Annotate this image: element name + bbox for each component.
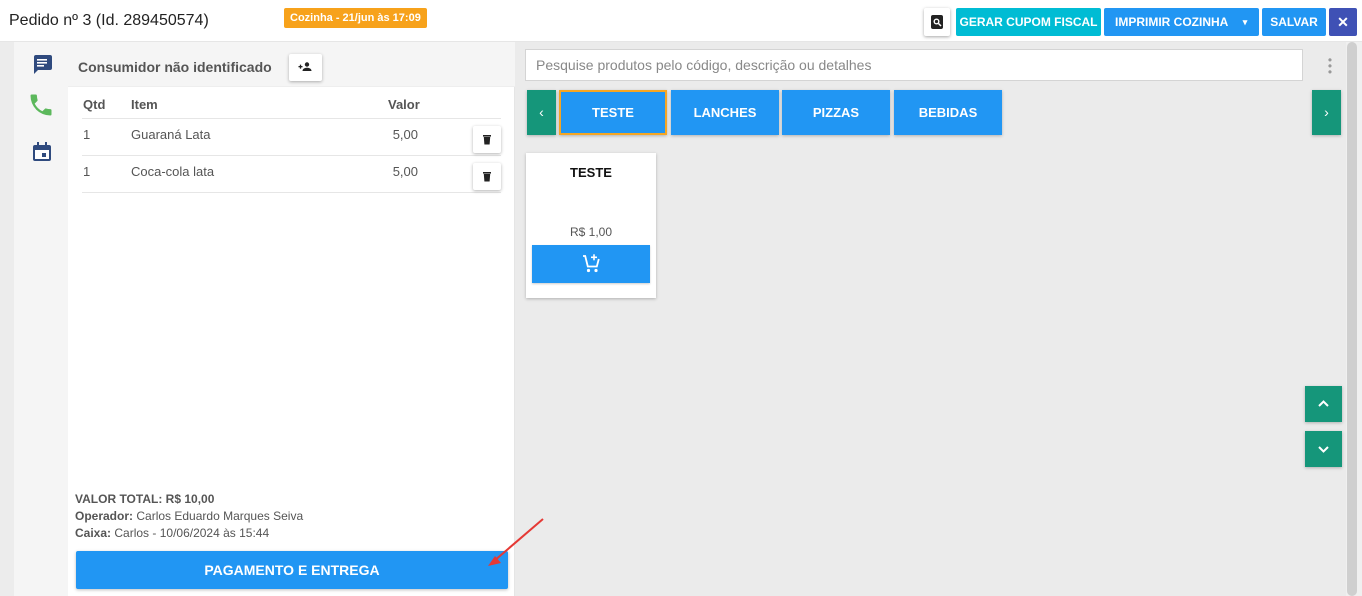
total-line: VALOR TOTAL: R$ 10,00 <box>75 491 303 508</box>
category-tab-pizzas[interactable]: PIZZAS <box>782 90 890 135</box>
operator-value: Carlos Eduardo Marques Seiva <box>136 509 304 523</box>
product-search-input[interactable] <box>525 49 1303 81</box>
operator-label: Operador: <box>75 509 134 523</box>
print-kitchen-label: IMPRIMIR COZINHA <box>1115 15 1229 29</box>
chat-icon[interactable] <box>30 52 54 76</box>
add-person-icon <box>298 62 312 71</box>
category-next-button[interactable]: › <box>1312 90 1341 135</box>
chevron-up-icon <box>1318 400 1329 407</box>
delete-item-button[interactable] <box>473 163 501 190</box>
cashier-line: Caixa: Carlos - 10/06/2024 às 15:44 <box>75 525 303 542</box>
category-tab-teste[interactable]: TESTE <box>559 90 667 135</box>
scroll-down-button[interactable] <box>1305 431 1342 467</box>
row-qty: 1 <box>83 127 91 142</box>
products-area: ••• ‹ TESTE LANCHES PIZZAS BEBIDAS › TES… <box>515 42 1346 596</box>
row-value: 5,00 <box>392 164 418 179</box>
more-options-icon[interactable]: • • • <box>1325 54 1335 78</box>
save-button[interactable]: SALVAR <box>1262 8 1326 36</box>
phone-icon[interactable] <box>27 91 55 119</box>
total-label: VALOR TOTAL: <box>75 492 163 506</box>
page-scrollbar-thumb[interactable] <box>1347 42 1357 596</box>
scroll-up-button[interactable] <box>1305 386 1342 422</box>
search-document-icon <box>931 15 943 29</box>
category-prev-button[interactable]: ‹ <box>527 90 556 135</box>
header-bar: Pedido nº 3 (Id. 289450574) Cozinha - 21… <box>0 0 1362 42</box>
product-price: R$ 1,00 <box>569 225 613 239</box>
row-item: Coca-cola lata <box>131 164 215 179</box>
column-header-item: Item <box>131 97 158 112</box>
annotation-arrow-icon <box>488 518 544 566</box>
consumer-bar: Consumidor não identificado <box>68 42 515 87</box>
add-to-cart-button[interactable] <box>532 245 650 283</box>
category-tab-lanches[interactable]: LANCHES <box>671 90 779 135</box>
table-row: 1 Guaraná Lata 5,00 <box>82 119 501 156</box>
sidebar <box>14 42 68 596</box>
category-tab-bebidas[interactable]: BEBIDAS <box>894 90 1002 135</box>
generate-fiscal-receipt-button[interactable]: GERAR CUPOM FISCAL <box>956 8 1101 36</box>
delete-item-button[interactable] <box>473 126 501 153</box>
page-title: Pedido nº 3 (Id. 289450574) <box>9 12 209 29</box>
consumer-name: Consumidor não identificado <box>78 59 272 75</box>
close-button[interactable]: ✕ <box>1329 8 1357 36</box>
calendar-icon[interactable] <box>30 140 54 164</box>
kitchen-status-badge: Cozinha - 21/jun às 17:09 <box>284 8 427 28</box>
row-value: 5,00 <box>392 127 418 142</box>
left-strip <box>0 42 14 596</box>
trash-icon <box>483 172 491 182</box>
operator-line: Operador: Carlos Eduardo Marques Seiva <box>75 508 303 525</box>
chevron-down-icon <box>1318 446 1329 453</box>
add-consumer-button[interactable] <box>289 54 322 81</box>
cashier-value: Carlos - 10/06/2024 às 15:44 <box>114 526 270 540</box>
column-header-qty: Qtd <box>83 97 106 112</box>
table-row: 1 Coca-cola lata 5,00 <box>82 156 501 193</box>
preview-button[interactable] <box>924 8 950 36</box>
total-value: R$ 10,00 <box>165 492 215 506</box>
row-qty: 1 <box>83 164 91 179</box>
order-summary: VALOR TOTAL: R$ 10,00 Operador: Carlos E… <box>75 491 303 542</box>
print-kitchen-button[interactable]: IMPRIMIR COZINHA ▾ <box>1104 8 1259 36</box>
order-panel: Consumidor não identificado Qtd Item Val… <box>68 42 515 596</box>
chevron-down-icon[interactable]: ▾ <box>1231 8 1259 36</box>
payment-delivery-button[interactable]: PAGAMENTO E ENTREGA <box>76 551 508 589</box>
trash-icon <box>483 135 491 145</box>
product-card[interactable]: TESTE R$ 1,00 <box>526 153 656 298</box>
cashier-label: Caixa: <box>75 526 112 540</box>
add-cart-icon <box>583 254 600 273</box>
row-item: Guaraná Lata <box>131 127 211 142</box>
product-name: TESTE <box>570 165 612 180</box>
column-header-value: Valor <box>388 97 420 112</box>
